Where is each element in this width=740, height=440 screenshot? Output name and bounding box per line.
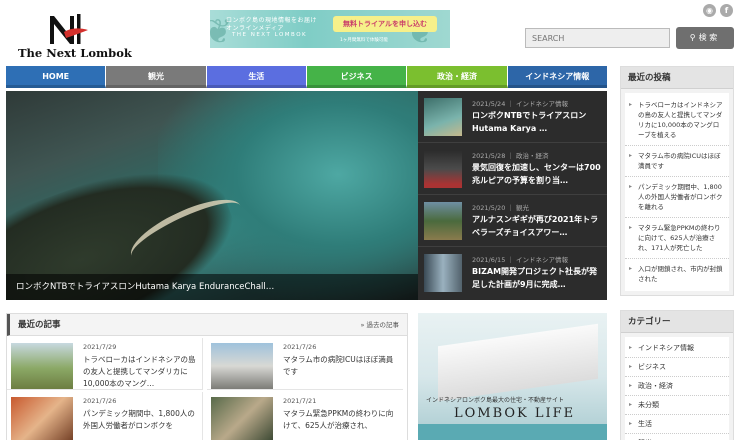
nav-business[interactable]: ビジネス bbox=[306, 66, 408, 88]
lombok-life-ad[interactable]: インドネシアロンボク島最大の住宅・不動産サイト LOMBOK LIFE bbox=[418, 313, 607, 440]
featured-meta: 2021/5/20 ｜ 観光 bbox=[472, 204, 529, 212]
category-link[interactable]: 政治・経済 bbox=[625, 377, 729, 396]
recent-title: トラベローカはインドネシアの島の友人と提携してマンダリカに10,000本のマング… bbox=[83, 355, 196, 388]
past-articles-link[interactable]: » 過去の記事 bbox=[360, 314, 399, 336]
featured-title: BIZAM開発プロジェクト社長が発足した計画が9月に完成… bbox=[472, 267, 598, 289]
recent-date: 2021/7/26 bbox=[83, 397, 117, 405]
recent-title: マタラム緊急PPKMの終わりに向けて、625人が治療され、 bbox=[283, 409, 394, 430]
recent-date: 2021/7/26 bbox=[283, 343, 317, 351]
nav-sightseeing[interactable]: 観光 bbox=[106, 66, 207, 88]
nav-politics-economy[interactable]: 政治・経済 bbox=[407, 66, 508, 88]
category-link[interactable]: インドネシア情報 bbox=[625, 339, 729, 358]
banner-subtext: 1ヶ月間無料で体験可能 bbox=[340, 38, 388, 43]
nav-home[interactable]: HOME bbox=[6, 66, 107, 88]
recent-thumb bbox=[11, 343, 73, 389]
recent-articles: 最近の記事 » 過去の記事 2021/7/29 トラベローカはインドネシアの島の… bbox=[6, 313, 408, 440]
ad-title: LOMBOK LIFE bbox=[454, 406, 576, 421]
nav-indonesia-info[interactable]: インドネシア情報 bbox=[507, 66, 607, 88]
site-logo[interactable]: The Next Lombok bbox=[14, 12, 132, 62]
recent-post-link[interactable]: マタラム市の病院ICUはほぼ満員です bbox=[625, 146, 729, 177]
recent-posts-widget: 最近の投稿 トラベローカはインドネシアの島の友人と提携してマンダリカに10,00… bbox=[620, 66, 734, 296]
recent-date: 2021/7/29 bbox=[83, 343, 117, 351]
featured-thumb bbox=[424, 150, 462, 188]
recent-posts-list: トラベローカはインドネシアの島の友人と提携してマンダリカに10,000本のマング… bbox=[625, 93, 729, 291]
featured-meta: 2021/5/24 ｜ インドネシア情報 bbox=[472, 100, 568, 108]
category-link[interactable]: ビジネス bbox=[625, 358, 729, 377]
ad-image-sea bbox=[418, 424, 607, 440]
recent-post-link[interactable]: 入口が閉鎖され、市内が封鎖された bbox=[625, 259, 729, 289]
facebook-icon[interactable]: f bbox=[720, 4, 733, 17]
categories-widget: カテゴリー インドネシア情報 ビジネス 政治・経済 未分類 生活 観光 bbox=[620, 310, 734, 440]
featured-item[interactable]: 2021/5/28 ｜ 政治・経済 景気回復を加速し、センターは700兆ルピアの… bbox=[418, 143, 607, 195]
categories-list: インドネシア情報 ビジネス 政治・経済 未分類 生活 観光 bbox=[625, 337, 729, 440]
search-input[interactable] bbox=[525, 28, 670, 48]
featured-slider[interactable]: ロンボクNTBでトライアスロンHutama Karya EnduranceCha… bbox=[6, 91, 418, 300]
featured-title: アルナスンギギが再び2021年トラベラーズチョイスアワー… bbox=[472, 215, 599, 237]
site-name: The Next Lombok bbox=[18, 46, 132, 60]
recent-articles-title: 最近の記事 bbox=[18, 320, 61, 330]
rss-icon[interactable]: ◉ bbox=[703, 4, 716, 17]
hero-caption[interactable]: ロンボクNTBでトライアスロンHutama Karya EnduranceCha… bbox=[6, 274, 418, 300]
featured-meta: 2021/6/15 ｜ インドネシア情報 bbox=[472, 256, 568, 264]
category-link[interactable]: 未分類 bbox=[625, 396, 729, 415]
recent-post-link[interactable]: パンデミック期間中、1,800人の外国人労働者がロンボクを離れる bbox=[625, 177, 729, 218]
ad-subtitle: インドネシアロンボク島最大の住宅・不動産サイト bbox=[426, 397, 565, 404]
featured-list: 2021/5/24 ｜ インドネシア情報 ロンボクNTBでトライアスロン Hut… bbox=[418, 91, 607, 300]
recent-article[interactable]: 2021/7/29 トラベローカはインドネシアの島の友人と提携してマンダリカに1… bbox=[7, 338, 203, 390]
nav-life[interactable]: 生活 bbox=[206, 66, 307, 88]
logo-mark-icon bbox=[50, 14, 88, 44]
search-button[interactable]: ⚲ 検 索 bbox=[676, 27, 734, 49]
recent-title: パンデミック期間中、1,800人の外国人労働者がロンボクを bbox=[83, 409, 195, 430]
category-link[interactable]: 生活 bbox=[625, 415, 729, 434]
ad-image-building bbox=[438, 323, 598, 402]
banner-line-2: オンラインメディア bbox=[226, 25, 284, 32]
recent-posts-title: 最近の投稿 bbox=[621, 67, 733, 89]
recent-date: 2021/7/21 bbox=[283, 397, 317, 405]
trial-banner[interactable]: ❦ ❦ ロンボク島の現地情報をお届け オンラインメディア THE NEXT LO… bbox=[210, 10, 450, 48]
featured-thumb bbox=[424, 202, 462, 240]
recent-title: マタラム市の病院ICUはほぼ満員です bbox=[283, 355, 394, 376]
recent-thumb bbox=[11, 397, 73, 440]
featured-title: ロンボクNTBでトライアスロン Hutama Karya … bbox=[472, 111, 587, 133]
featured-thumb bbox=[424, 98, 462, 136]
featured-item[interactable]: 2021/5/24 ｜ インドネシア情報 ロンボクNTBでトライアスロン Hut… bbox=[418, 91, 607, 143]
recent-post-link[interactable]: トラベローカはインドネシアの島の友人と提携してマンダリカに10,000本のマング… bbox=[625, 95, 729, 146]
banner-line-3: THE NEXT LOMBOK bbox=[232, 32, 308, 38]
featured-item[interactable]: 2021/5/20 ｜ 観光 アルナスンギギが再び2021年トラベラーズチョイス… bbox=[418, 195, 607, 247]
recent-thumb bbox=[211, 343, 273, 389]
search-button-label: 検 索 bbox=[698, 33, 718, 42]
search-icon: ⚲ bbox=[689, 33, 696, 42]
recent-article[interactable]: 2021/7/26 マタラム市の病院ICUはほぼ満員です bbox=[207, 338, 403, 390]
featured-meta: 2021/5/28 ｜ 政治・経済 bbox=[472, 152, 549, 160]
main-nav: HOME 観光 生活 ビジネス 政治・経済 インドネシア情報 bbox=[6, 66, 607, 88]
category-link[interactable]: 観光 bbox=[625, 434, 729, 440]
recent-article[interactable]: 2021/7/26 パンデミック期間中、1,800人の外国人労働者がロンボクを bbox=[7, 392, 203, 440]
recent-article[interactable]: 2021/7/21 マタラム緊急PPKMの終わりに向けて、625人が治療され、 bbox=[207, 392, 403, 440]
recent-thumb bbox=[211, 397, 273, 440]
trial-button[interactable]: 無料トライアルを申し込む bbox=[333, 16, 437, 32]
featured-thumb bbox=[424, 254, 462, 292]
featured-title: 景気回復を加速し、センターは700兆ルピアの予算を割り当… bbox=[472, 163, 601, 185]
featured-item[interactable]: 2021/6/15 ｜ インドネシア情報 BIZAM開発プロジェクト社長が発足し… bbox=[418, 247, 607, 299]
recent-articles-header: 最近の記事 » 過去の記事 bbox=[7, 314, 407, 336]
categories-title: カテゴリー bbox=[621, 311, 733, 333]
recent-post-link[interactable]: マタラム緊急PPKMの終わりに向けて、625人が治療され、171人が死亡した bbox=[625, 218, 729, 259]
